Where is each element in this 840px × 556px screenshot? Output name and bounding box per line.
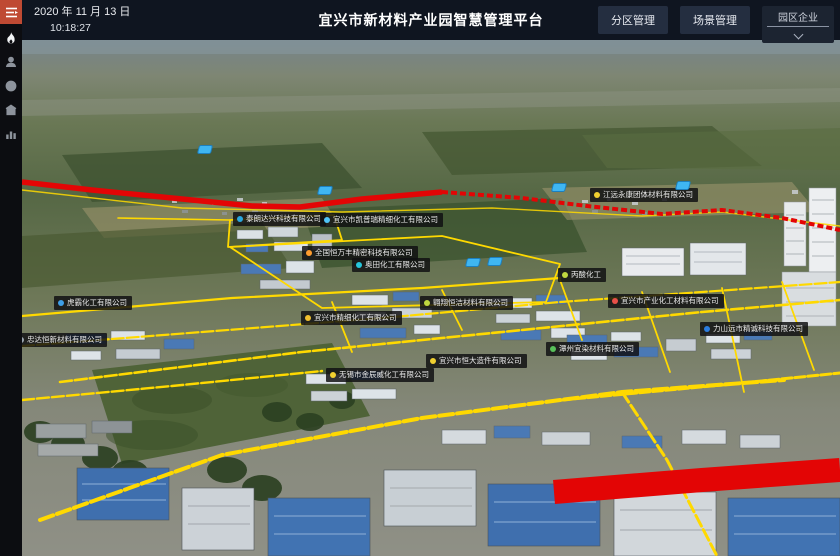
bar-chart-icon[interactable]	[0, 123, 22, 144]
header-time: 10:18:27	[34, 21, 130, 36]
company-label-text: 潭州宜染材料有限公司	[559, 345, 634, 353]
company-marker-icon	[562, 272, 568, 278]
company-label-text: 宜兴市精细化工有限公司	[314, 314, 397, 322]
company-marker-icon	[424, 300, 430, 306]
map-company-label[interactable]: 虎霸化工有限公司	[54, 296, 132, 310]
map-company-label[interactable]: 宜兴市凯普瑞精细化工有限公司	[320, 213, 443, 227]
company-marker-icon	[356, 262, 362, 268]
vehicle-marker[interactable]	[465, 258, 481, 267]
chevron-down-icon	[793, 30, 803, 40]
dropdown-label: 园区企业	[767, 9, 829, 26]
company-label-text: 宜兴市恒大造件有限公司	[439, 357, 522, 365]
zone-management-button[interactable]: 分区管理	[598, 6, 668, 34]
header-date: 2020 年 11 月 13 日	[34, 5, 130, 21]
company-marker-icon	[612, 298, 618, 304]
company-label-text: 虎霸化工有限公司	[67, 299, 127, 307]
map-company-label[interactable]: 力山远市精诚科技有限公司	[700, 322, 808, 336]
menu-icon[interactable]	[0, 0, 22, 24]
gauge-icon[interactable]	[0, 75, 22, 96]
map-label-layer: 泰朗达兴科技有限公司 宜兴市凯普瑞精细化工有限公司全国恒万丰精密科技有限公司奥田化…	[22, 40, 840, 556]
selection-corner	[227, 422, 235, 430]
app-root: 2020 年 11 月 13 日 10:18:27 宜兴市新材料产业园智慧管理平…	[0, 0, 840, 556]
vehicle-marker[interactable]	[197, 145, 213, 154]
company-label-text: 全国恒万丰精密科技有限公司	[315, 249, 413, 257]
company-marker-icon	[330, 372, 336, 378]
map-company-label[interactable]: 翱翔恒洁材料有限公司	[420, 296, 513, 310]
vehicle-marker[interactable]	[317, 186, 333, 195]
datetime-block: 2020 年 11 月 13 日 10:18:27	[34, 5, 130, 36]
header-actions: 分区管理 场景管理 园区企业	[598, 6, 834, 43]
company-label-text: 丙酸化工	[571, 271, 601, 279]
company-label-text: 泰朗达兴科技有限公司	[246, 215, 321, 223]
map-company-label[interactable]: 忠达恒新材料有限公司	[22, 333, 107, 347]
fire-icon[interactable]	[0, 27, 22, 48]
company-marker-icon	[237, 216, 243, 222]
user-icon[interactable]	[0, 51, 22, 72]
company-label-text: 无锡市金辰威化工有限公司	[339, 371, 429, 379]
dropdown-divider	[767, 26, 829, 27]
company-label-text: 忠达恒新材料有限公司	[27, 336, 102, 344]
scene-management-button[interactable]: 场景管理	[680, 6, 750, 34]
company-marker-icon	[22, 337, 24, 343]
map-company-label[interactable]: 宜兴市产业化工材料有限公司	[608, 294, 724, 308]
company-marker-icon	[324, 217, 330, 223]
map-company-label[interactable]: 丙酸化工	[558, 268, 606, 282]
selection-corner	[205, 403, 213, 411]
company-marker-icon	[594, 192, 600, 198]
company-marker-icon	[704, 326, 710, 332]
company-label-text: 宜兴市产业化工材料有限公司	[621, 297, 719, 305]
company-marker-icon	[58, 300, 64, 306]
sidebar	[0, 0, 22, 556]
factory-icon[interactable]	[0, 99, 22, 120]
header-bar: 2020 年 11 月 13 日 10:18:27 宜兴市新材料产业园智慧管理平…	[22, 0, 840, 40]
map-company-label[interactable]: 江远永康团体材料有限公司	[590, 188, 698, 202]
selection-corner	[205, 422, 213, 430]
selection-brackets	[205, 403, 235, 430]
company-label-text: 宜兴市凯普瑞精细化工有限公司	[333, 216, 438, 224]
map-company-label[interactable]: 宜兴市恒大造件有限公司	[426, 354, 527, 368]
map-company-label[interactable]: 无锡市金辰威化工有限公司	[326, 368, 434, 382]
company-marker-icon	[305, 315, 311, 321]
company-marker-icon	[430, 358, 436, 364]
vehicle-marker[interactable]	[551, 183, 567, 192]
company-label-text: 奥田化工有限公司	[365, 261, 425, 269]
vehicle-marker[interactable]	[487, 257, 503, 266]
company-label-text: 江远永康团体材料有限公司	[603, 191, 693, 199]
map-company-label[interactable]: 泰朗达兴科技有限公司	[233, 212, 326, 226]
map-company-label[interactable]: 宜兴市精细化工有限公司	[301, 311, 402, 325]
map-company-label[interactable]: 潭州宜染材料有限公司	[546, 342, 639, 356]
company-marker-icon	[550, 346, 556, 352]
company-label-text: 翱翔恒洁材料有限公司	[433, 299, 508, 307]
map-viewport[interactable]: 泰朗达兴科技有限公司 宜兴市凯普瑞精细化工有限公司全国恒万丰精密科技有限公司奥田化…	[22, 40, 840, 556]
vehicle-marker[interactable]	[675, 181, 691, 190]
park-enterprise-dropdown[interactable]: 园区企业	[762, 6, 834, 43]
map-company-label[interactable]: 奥田化工有限公司	[352, 258, 430, 272]
company-label-text: 力山远市精诚科技有限公司	[713, 325, 803, 333]
page-title: 宜兴市新材料产业园智慧管理平台	[319, 10, 544, 30]
selection-corner	[227, 403, 235, 411]
company-marker-icon	[306, 250, 312, 256]
